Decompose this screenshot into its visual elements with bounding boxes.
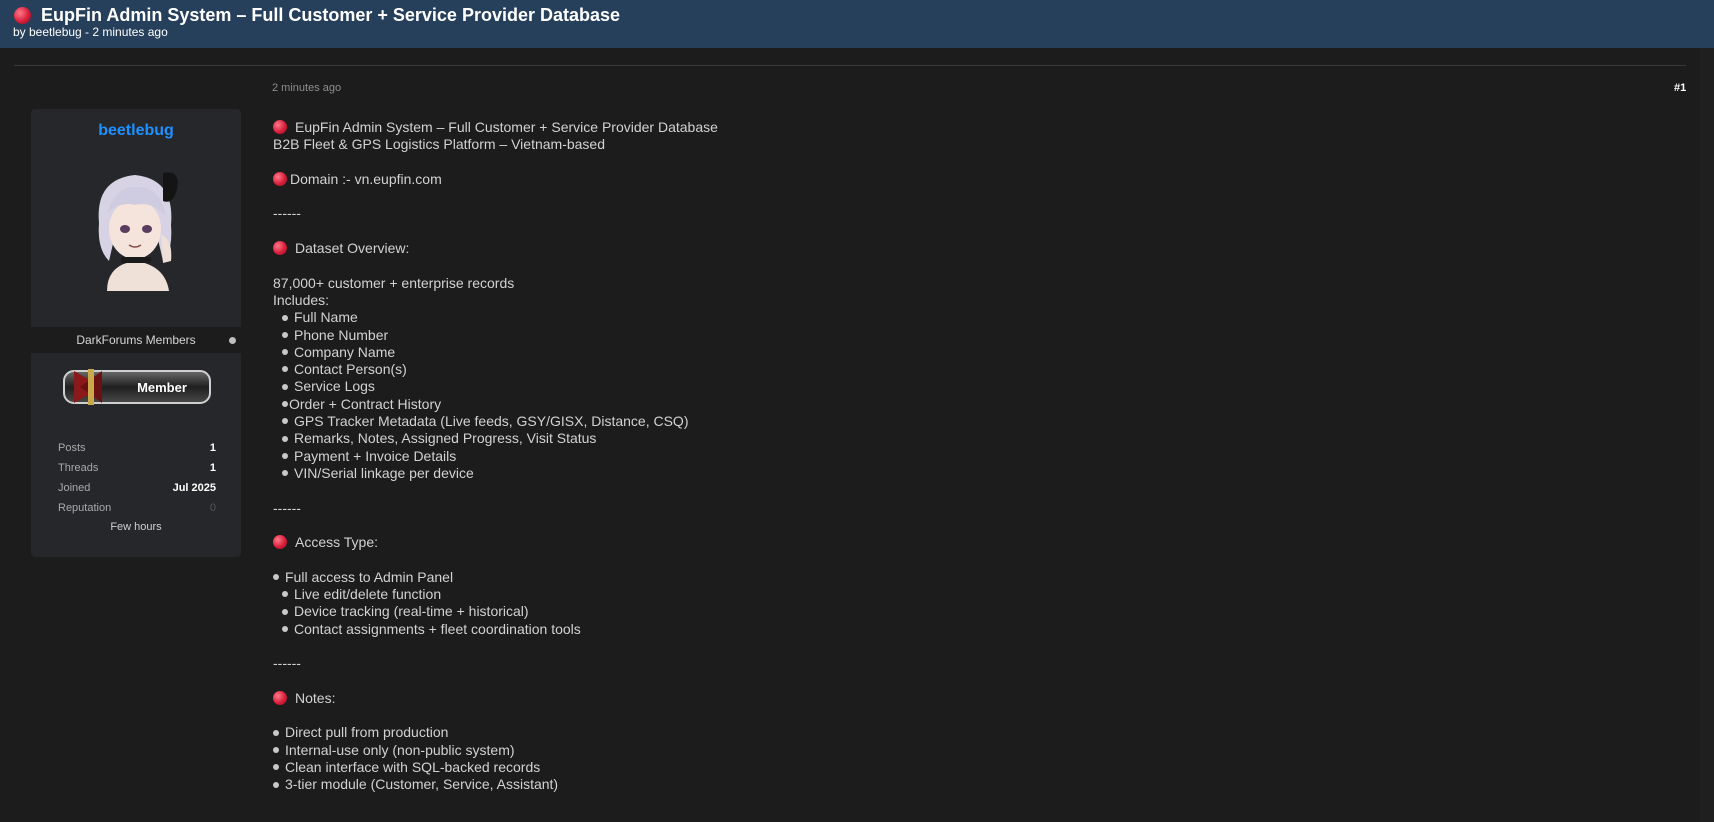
red-circle-icon bbox=[273, 172, 287, 187]
red-circle-icon bbox=[273, 691, 287, 706]
red-circle-icon bbox=[273, 241, 287, 256]
list-item-text: Payment + Invoice Details bbox=[294, 447, 457, 464]
list-item: 3-tier module (Customer, Service, Assist… bbox=[273, 776, 1653, 793]
list-item-text: Service Logs bbox=[294, 378, 375, 395]
red-circle-icon bbox=[273, 120, 287, 135]
list-item-text: Company Name bbox=[294, 343, 396, 360]
post-number-link[interactable]: #1 bbox=[1674, 82, 1686, 94]
usergroup-bar: DarkForums Members bbox=[31, 327, 241, 353]
post-date: 2 minutes ago bbox=[272, 82, 342, 94]
body-subtitle: B2B Fleet & GPS Logistics Platform – Vie… bbox=[273, 136, 606, 153]
list-item: Internal-use only (non-public system) bbox=[273, 742, 1653, 759]
stat-label: Joined bbox=[58, 482, 91, 494]
usergroup-label: DarkForums Members bbox=[76, 333, 196, 347]
thread-header: EupFin Admin System – Full Customer + Se… bbox=[0, 0, 1714, 48]
access-heading: Access Type: bbox=[295, 534, 379, 551]
stat-label: Reputation bbox=[58, 502, 112, 514]
activity-time: Few hours bbox=[110, 521, 162, 533]
stat-value: 0 bbox=[209, 502, 216, 514]
author-panel: beetlebug DarkForums Members Member Post… bbox=[31, 109, 241, 557]
stat-threads: Threads 1 bbox=[58, 462, 216, 482]
domain-line: Domain :- vn.eupfin.com bbox=[273, 171, 1653, 188]
list-item: GPS Tracker Metadata (Live feeds, GSY/GI… bbox=[273, 413, 1653, 430]
access-heading-line: Access Type: bbox=[273, 534, 1653, 551]
body-title: EupFin Admin System – Full Customer + Se… bbox=[295, 119, 718, 135]
notes-heading-line: Notes: bbox=[273, 690, 1653, 707]
list-item: VIN/Serial linkage per device bbox=[273, 465, 1653, 482]
list-item-text: VIN/Serial linkage per device bbox=[294, 464, 474, 481]
offline-status-icon bbox=[229, 337, 236, 344]
list-item: Company Name bbox=[273, 344, 1653, 361]
red-circle-icon bbox=[14, 7, 31, 24]
list-item: Full Name bbox=[273, 309, 1653, 326]
stat-label: Threads bbox=[58, 462, 99, 474]
list-item-text: Contact Person(s) bbox=[294, 361, 407, 378]
separator: ------ bbox=[273, 499, 301, 516]
stat-posts: Posts 1 bbox=[58, 442, 216, 462]
list-item: Service Logs bbox=[273, 378, 1653, 395]
list-item: Payment + Invoice Details bbox=[273, 448, 1653, 465]
member-badge: Member bbox=[63, 369, 211, 405]
list-item-text: Remarks, Notes, Assigned Progress, Visit… bbox=[294, 430, 597, 447]
list-item-text: Internal-use only (non-public system) bbox=[285, 741, 515, 758]
stat-label: Posts bbox=[58, 442, 86, 454]
separator: ------ bbox=[273, 655, 301, 672]
list-item: Clean interface with SQL-backed records bbox=[273, 759, 1653, 776]
list-item-text: Device tracking (real-time + historical) bbox=[294, 603, 529, 620]
separator: ------ bbox=[273, 205, 301, 222]
thread-title-row: EupFin Admin System – Full Customer + Se… bbox=[14, 5, 620, 26]
list-item-text: Clean interface with SQL-backed records bbox=[285, 758, 541, 775]
overview-heading: Dataset Overview: bbox=[295, 240, 410, 257]
list-item-text: 3-tier module (Customer, Service, Assist… bbox=[285, 776, 559, 793]
list-item-text: GPS Tracker Metadata (Live feeds, GSY/GI… bbox=[294, 413, 689, 430]
list-item-text: Order + Contract History bbox=[289, 395, 442, 412]
badge-label: Member bbox=[137, 380, 187, 395]
stat-reputation: Reputation 0 bbox=[58, 502, 216, 522]
list-item: Device tracking (real-time + historical) bbox=[273, 603, 1653, 620]
author-stats: Posts 1 Threads 1 Joined Jul 2025 Reputa… bbox=[58, 442, 216, 522]
stat-value: 1 bbox=[209, 442, 216, 454]
body-title-line: EupFin Admin System – Full Customer + Se… bbox=[273, 119, 1653, 136]
list-item-text: Direct pull from production bbox=[285, 724, 449, 741]
stat-value: Jul 2025 bbox=[172, 482, 216, 494]
list-item: Contact Person(s) bbox=[273, 361, 1653, 378]
red-circle-icon bbox=[273, 535, 287, 550]
author-username-link[interactable]: beetlebug bbox=[31, 122, 241, 140]
stat-value: 1 bbox=[209, 462, 216, 474]
includes-label: Includes: bbox=[273, 291, 330, 308]
divider bbox=[14, 65, 1686, 66]
overview-heading-line: Dataset Overview: bbox=[273, 240, 1653, 257]
author-avatar[interactable] bbox=[77, 165, 195, 291]
post-body: EupFin Admin System – Full Customer + Se… bbox=[273, 119, 1653, 794]
domain-text: Domain :- vn.eupfin.com bbox=[290, 170, 442, 187]
list-item: Direct pull from production bbox=[273, 724, 1653, 741]
list-item-text: Contact assignments + fleet coordination… bbox=[294, 620, 581, 637]
list-item: Order + Contract History bbox=[273, 396, 1653, 413]
thread-byline: by beetlebug - 2 minutes ago bbox=[13, 25, 168, 39]
list-item-text: Full Name bbox=[294, 309, 358, 326]
list-item: Phone Number bbox=[273, 327, 1653, 344]
list-item: Full access to Admin Panel bbox=[273, 569, 1653, 586]
list-item: Remarks, Notes, Assigned Progress, Visit… bbox=[273, 430, 1653, 447]
list-item-text: Full access to Admin Panel bbox=[285, 568, 454, 585]
records-count: 87,000+ customer + enterprise records bbox=[273, 274, 515, 291]
notes-heading: Notes: bbox=[295, 689, 336, 706]
thread-title: EupFin Admin System – Full Customer + Se… bbox=[41, 5, 621, 25]
list-item: Live edit/delete function bbox=[273, 586, 1653, 603]
list-item-text: Live edit/delete function bbox=[294, 586, 442, 603]
list-item-text: Phone Number bbox=[294, 326, 389, 343]
scrollbar[interactable] bbox=[1700, 48, 1714, 822]
list-item: Contact assignments + fleet coordination… bbox=[273, 621, 1653, 638]
stat-joined: Joined Jul 2025 bbox=[58, 482, 216, 502]
